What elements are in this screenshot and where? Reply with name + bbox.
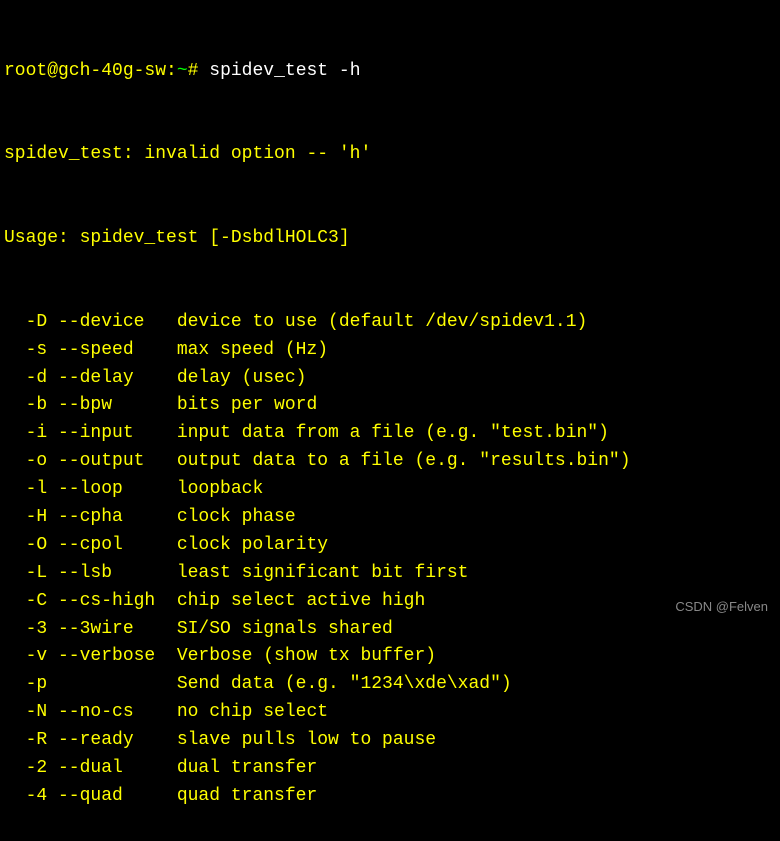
option-line: -L --lsb least significant bit first	[4, 560, 776, 588]
watermark: CSDN @Felven	[675, 597, 768, 617]
prompt-line[interactable]: root@gch-40g-sw:~# spidev_test -h	[4, 58, 776, 86]
prompt-hash: #	[188, 61, 199, 81]
error-line: spidev_test: invalid option -- 'h'	[4, 141, 776, 169]
option-line: -p Send data (e.g. "1234\xde\xad")	[4, 671, 776, 699]
option-line: -R --ready slave pulls low to pause	[4, 727, 776, 755]
command-text: spidev_test -h	[209, 61, 360, 81]
option-line: -D --device device to use (default /dev/…	[4, 309, 776, 337]
prompt-sep: :	[166, 61, 177, 81]
option-line: -i --input input data from a file (e.g. …	[4, 420, 776, 448]
option-line: -C --cs-high chip select active high	[4, 588, 776, 616]
option-line: -d --delay delay (usec)	[4, 365, 776, 393]
option-line: -v --verbose Verbose (show tx buffer)	[4, 643, 776, 671]
usage-line: Usage: spidev_test [-DsbdlHOLC3]	[4, 225, 776, 253]
option-line: -l --loop loopback	[4, 476, 776, 504]
space	[198, 61, 209, 81]
option-line: -N --no-cs no chip select	[4, 699, 776, 727]
options-list: -D --device device to use (default /dev/…	[4, 309, 776, 811]
option-line: -o --output output data to a file (e.g. …	[4, 448, 776, 476]
option-line: -3 --3wire SI/SO signals shared	[4, 616, 776, 644]
prompt-path: ~	[177, 61, 188, 81]
terminal-output: root@gch-40g-sw:~# spidev_test -h spidev…	[0, 0, 780, 841]
option-line: -O --cpol clock polarity	[4, 532, 776, 560]
option-line: -H --cpha clock phase	[4, 504, 776, 532]
option-line: -b --bpw bits per word	[4, 392, 776, 420]
option-line: -2 --dual dual transfer	[4, 755, 776, 783]
option-line: -s --speed max speed (Hz)	[4, 337, 776, 365]
prompt-user: root@gch-40g-sw	[4, 61, 166, 81]
option-line: -4 --quad quad transfer	[4, 783, 776, 811]
